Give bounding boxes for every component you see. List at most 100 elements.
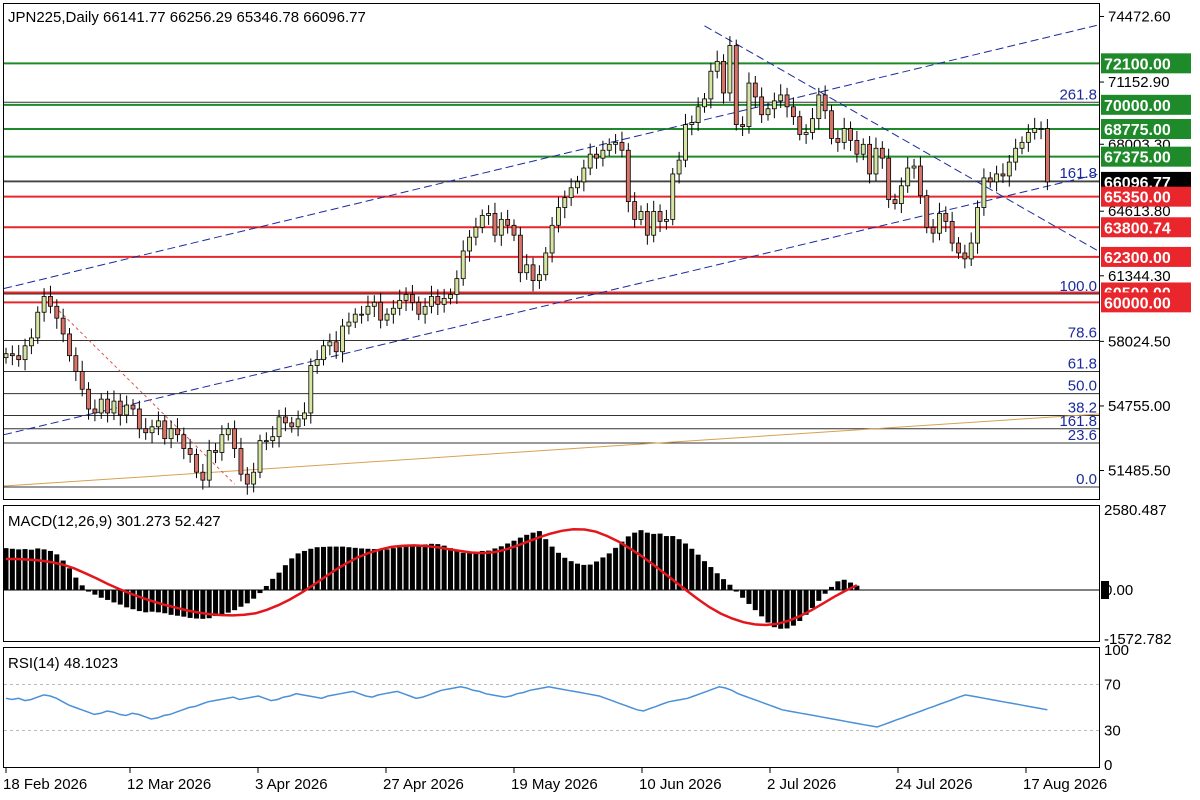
candle-body: [810, 118, 815, 133]
candle-body: [98, 398, 104, 414]
candle-body: [562, 197, 568, 208]
macd-bar: [733, 590, 739, 592]
candle-body: [930, 226, 936, 234]
candle-body: [194, 454, 199, 473]
candle-body: [168, 428, 174, 440]
x-tick-label: 19 May 2026: [511, 776, 598, 793]
candle-body: [625, 149, 631, 203]
candle-body: [981, 177, 987, 208]
macd-bar: [244, 590, 250, 604]
candle-body: [244, 473, 250, 485]
candle-body: [48, 296, 53, 307]
candle-body: [232, 428, 238, 449]
macd-bar: [549, 546, 555, 590]
candle-body: [448, 294, 453, 299]
candle-body: [397, 299, 403, 309]
macd-bar: [651, 533, 657, 590]
macd-bar: [657, 533, 663, 590]
macd-bar: [473, 551, 479, 590]
macd-bar: [251, 590, 257, 599]
candle-body: [644, 211, 650, 236]
candle-body: [581, 167, 587, 183]
macd-bar: [714, 573, 720, 590]
macd-bar: [47, 550, 53, 590]
price-tick-label: 74472.60: [1108, 8, 1171, 25]
candle-body: [638, 211, 644, 220]
macd-bar: [257, 590, 263, 594]
candle-body: [225, 428, 231, 436]
macd-bar: [263, 585, 269, 590]
candle-body: [136, 408, 142, 430]
candle-body: [505, 218, 511, 226]
candle-body: [162, 420, 168, 440]
macd-bar: [702, 561, 707, 590]
macd-bar: [378, 549, 384, 590]
rsi-tick-label: 0: [1104, 757, 1112, 774]
macd-bar: [301, 550, 307, 590]
candle-body: [473, 226, 479, 238]
macd-bar: [371, 549, 377, 590]
candle-body: [746, 82, 752, 127]
candle-body: [155, 420, 161, 428]
price-tick-label: 51485.50: [1108, 463, 1171, 480]
macd-bar: [79, 585, 85, 590]
candle-body: [803, 132, 809, 135]
candle-body: [371, 301, 377, 307]
candle-body: [778, 94, 784, 102]
candle-body: [651, 211, 657, 236]
candle-body: [1006, 161, 1012, 177]
macd-bar: [390, 548, 396, 590]
macd-bar: [829, 586, 834, 590]
price-tick-label: 58024.50: [1108, 333, 1171, 350]
macd-bar: [321, 546, 326, 590]
candle-body: [511, 224, 517, 236]
candle-body: [594, 153, 599, 159]
macd-bar: [225, 590, 231, 613]
candle-body: [60, 317, 66, 335]
macd-bar: [816, 590, 822, 601]
macd-bar: [28, 549, 34, 590]
candle-body: [295, 418, 301, 428]
candle-body: [22, 345, 28, 361]
fib-label-2: 100.0: [1059, 278, 1097, 295]
candle-body: [1045, 128, 1050, 183]
macd-bar: [448, 548, 453, 590]
candle-body: [460, 250, 466, 280]
candle-body: [454, 278, 460, 295]
macd-bar: [606, 553, 612, 590]
candle-body: [600, 149, 606, 159]
candle-body: [111, 400, 117, 414]
macd-bar: [619, 541, 625, 590]
candle-body: [854, 139, 860, 155]
macd-bar: [352, 547, 358, 590]
macd-bar: [740, 590, 746, 598]
candle-body: [41, 296, 47, 313]
candle-body: [346, 321, 352, 327]
candle-body: [143, 428, 149, 434]
candle-body: [219, 434, 225, 453]
macd-bar: [721, 579, 727, 590]
candle-body: [721, 60, 726, 94]
candle-body: [238, 448, 244, 475]
macd-bar: [467, 553, 473, 590]
macd-bar: [435, 544, 441, 590]
candle-body: [479, 215, 485, 228]
candle-body: [187, 448, 193, 455]
candle-body: [524, 264, 530, 274]
macd-bar: [9, 548, 15, 590]
macd-bar: [384, 549, 390, 590]
axis-layer: 74472.6071152.9068003.3064613.8061344.30…: [3, 8, 1191, 793]
candle-body: [200, 471, 206, 481]
candle-body: [587, 153, 593, 169]
macd-bar: [168, 590, 174, 615]
candle-body: [943, 213, 949, 222]
macd-bar: [492, 548, 498, 590]
candle-body: [797, 116, 803, 135]
candle-body: [130, 404, 136, 410]
macd-bar: [594, 561, 600, 590]
candle-body: [568, 187, 574, 199]
candle-body: [3, 353, 9, 359]
macd-bar: [73, 577, 79, 590]
candle-body: [949, 220, 955, 244]
macd-bar: [289, 558, 295, 590]
